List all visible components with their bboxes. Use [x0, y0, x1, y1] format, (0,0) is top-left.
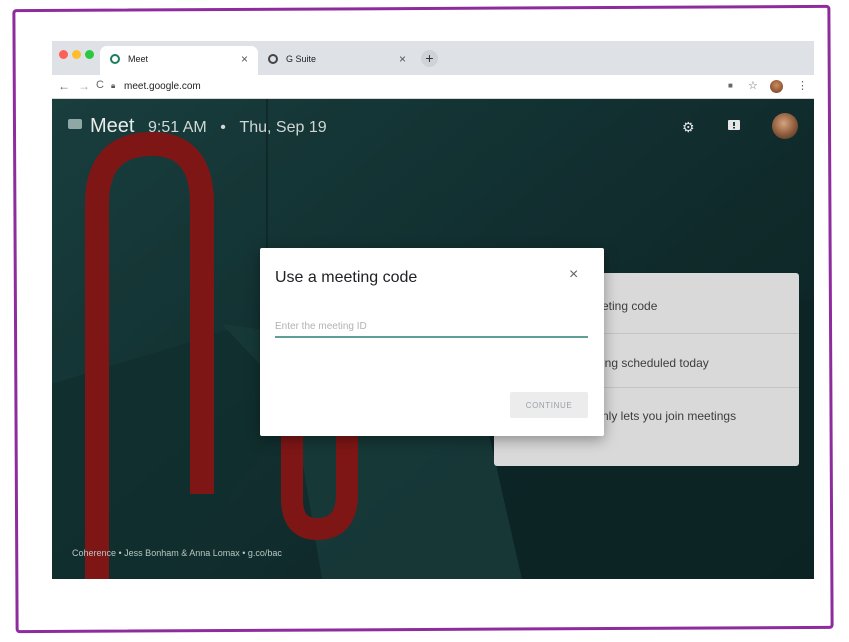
feedback-icon[interactable]	[728, 119, 740, 135]
meet-header: Meet 9:51 AM • Thu, Sep 19	[68, 115, 327, 138]
account-avatar[interactable]	[772, 113, 798, 139]
star-icon[interactable]: ☆	[748, 79, 758, 92]
tab-gsuite-label: G Suite	[286, 54, 317, 64]
current-date: Thu, Sep 19	[239, 119, 327, 136]
current-time: 9:51 AM	[148, 119, 207, 136]
profile-icon[interactable]	[770, 80, 783, 93]
tab-gsuite[interactable]: G Suite ×	[258, 46, 416, 75]
tab-meet-label: Meet	[128, 54, 149, 64]
close-window-dot[interactable]	[59, 50, 68, 59]
address-bar: ← → C 🔒︎ meet.google.com ■ ☆ ⋮	[52, 75, 814, 99]
maximize-window-dot[interactable]	[85, 50, 94, 59]
background-credit[interactable]: Coherence • Jess Bonham & Anna Lomax • g…	[72, 548, 282, 558]
minimize-window-dot[interactable]	[72, 50, 81, 59]
tab-bar: Meet × G Suite × +	[52, 41, 814, 75]
new-tab-button[interactable]: +	[421, 50, 438, 67]
meeting-code-dialog: Use a meeting code × CONTINUE	[260, 248, 604, 436]
header-separator: •	[220, 119, 226, 136]
meeting-id-input[interactable]	[275, 316, 588, 338]
continue-button[interactable]: CONTINUE	[510, 392, 588, 418]
forward-arrow-icon[interactable]: →	[78, 79, 90, 93]
tab-meet-close-icon[interactable]: ×	[241, 52, 248, 66]
tab-gsuite-close-icon[interactable]: ×	[399, 52, 406, 66]
gsuite-icon	[268, 54, 278, 64]
app-name: Meet	[90, 115, 135, 137]
meet-icon	[110, 54, 120, 64]
meet-logo-icon	[68, 119, 82, 129]
close-icon[interactable]: ×	[569, 266, 578, 284]
url-field[interactable]: meet.google.com	[124, 81, 201, 92]
dialog-title: Use a meeting code	[275, 269, 418, 286]
lock-icon: 🔒︎	[111, 81, 116, 90]
tab-meet[interactable]: Meet ×	[100, 46, 258, 75]
more-menu-icon[interactable]: ⋮	[797, 79, 808, 92]
settings-gear-icon[interactable]: ⚙	[682, 119, 695, 136]
camera-icon[interactable]: ■	[728, 81, 733, 90]
reload-icon[interactable]: C	[96, 79, 104, 91]
back-arrow-icon[interactable]: ←	[58, 79, 70, 93]
